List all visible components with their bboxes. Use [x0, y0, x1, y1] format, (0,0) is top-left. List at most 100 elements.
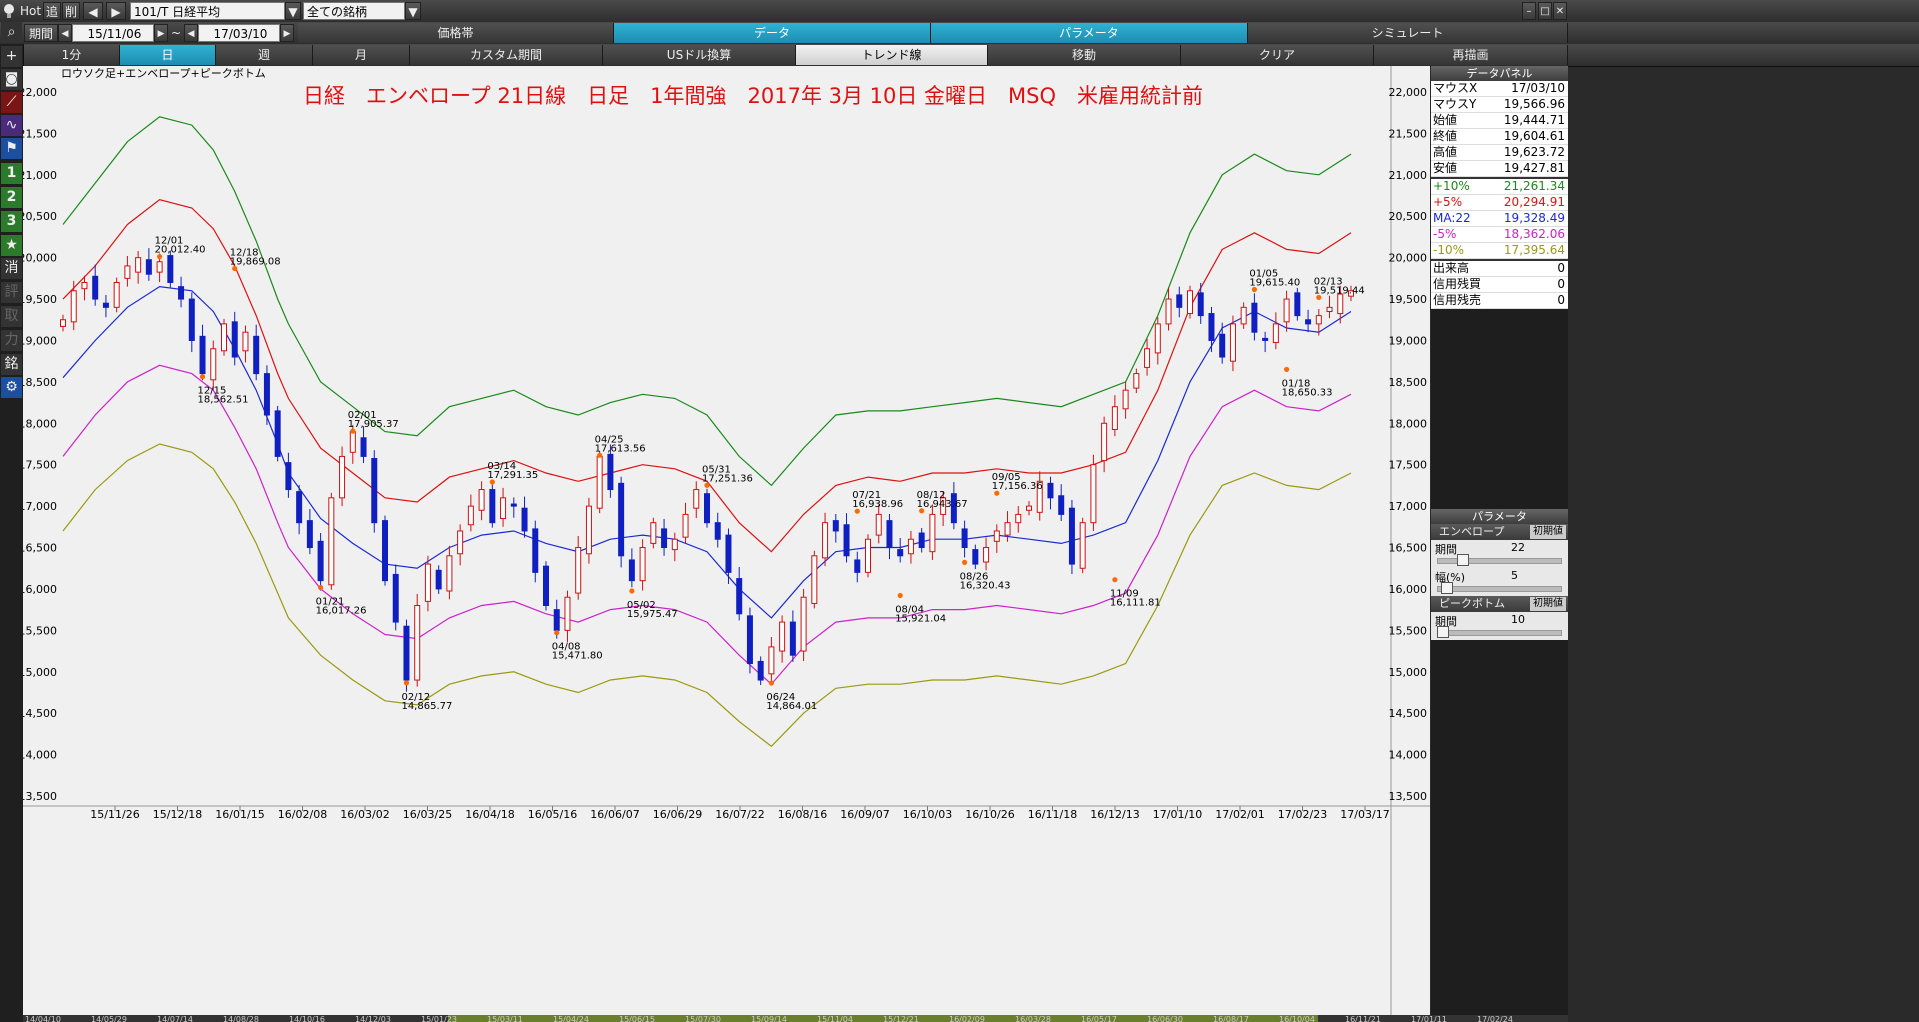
y-tick-label-right: 21,000: [1389, 169, 1428, 182]
filter-dropdown-button[interactable]: ▼: [405, 2, 421, 20]
candle-body: [467, 505, 474, 526]
crosshair-icon: +: [5, 48, 18, 64]
period-from-next[interactable]: ▶: [154, 24, 168, 42]
x-tick-label: 16/09/07: [840, 808, 889, 821]
trade-button[interactable]: 取: [1, 306, 22, 327]
period-from-input[interactable]: 15/11/06: [72, 24, 154, 42]
tab-usd-convert[interactable]: USドル換算: [603, 45, 796, 65]
peak-reset-button[interactable]: 初期値: [1530, 597, 1566, 611]
candle-body: [1122, 389, 1129, 410]
peak-period-slider[interactable]: 期間 10: [1431, 612, 1568, 640]
stock-button[interactable]: 銘: [1, 354, 22, 375]
eval-button[interactable]: 評: [1, 282, 22, 303]
candle-body: [564, 596, 571, 631]
layout-2-button[interactable]: 2: [1, 187, 22, 208]
y-tick-label-left: 20,000: [23, 252, 57, 265]
peak-price-label: 19,615.40: [1249, 278, 1300, 289]
flag-tool[interactable]: ⚑: [1, 138, 22, 159]
settings-button[interactable]: ⚙: [1, 377, 22, 398]
period-to-next[interactable]: ▶: [280, 24, 294, 42]
symbol-input[interactable]: 101/T 日経平均: [130, 2, 285, 20]
y-tick-label-right: 22,000: [1389, 86, 1428, 99]
triangle-right-icon: ▶: [157, 29, 165, 39]
candle-body: [1305, 319, 1312, 325]
candle-body: [124, 265, 131, 279]
close-button[interactable]: ✕: [1553, 2, 1567, 20]
tab-custom-period[interactable]: カスタム期間: [410, 45, 603, 65]
slider-thumb[interactable]: [1457, 554, 1469, 566]
period-from-prev[interactable]: ◀: [58, 24, 72, 42]
camera-tool[interactable]: ◙: [1, 69, 22, 90]
slider-track[interactable]: [1437, 586, 1562, 592]
y-tick-label-right: 14,500: [1389, 707, 1428, 720]
candle-body: [650, 522, 657, 544]
maximize-button[interactable]: □: [1538, 2, 1552, 20]
envelope-reset-button[interactable]: 初期値: [1530, 525, 1566, 539]
period-to-input[interactable]: 17/03/10: [198, 24, 280, 42]
redraw-button[interactable]: 再描画: [1374, 45, 1568, 65]
chart-tool[interactable]: ⟋: [1, 92, 22, 113]
candle-body: [875, 513, 882, 536]
hot-label[interactable]: Hot: [20, 2, 41, 20]
envelope-width-slider[interactable]: 幅(%) 5: [1431, 568, 1568, 596]
overview-date-label: 17/02/24: [1477, 1015, 1513, 1022]
favorite-button[interactable]: ★: [1, 235, 22, 256]
power-button[interactable]: 力: [1, 330, 22, 351]
indicator-tool[interactable]: ∿: [1, 115, 22, 136]
tab-data[interactable]: データ: [614, 23, 931, 43]
chart-area[interactable]: 22,000 22,000 21,500 21,500 21,000 21,000 20,5…: [23, 66, 1430, 1015]
overview-date-label: 15/11/04: [817, 1015, 853, 1022]
data-row-key: -10%: [1433, 243, 1465, 257]
prev-symbol-button[interactable]: ◀: [83, 2, 103, 20]
period-to-prev[interactable]: ◀: [184, 24, 198, 42]
candle-body: [897, 549, 904, 557]
layout-3-button[interactable]: 3: [1, 211, 22, 232]
slider-track[interactable]: [1437, 558, 1562, 564]
tab-trend-line[interactable]: トレンド線: [796, 45, 988, 65]
candle-body: [553, 609, 560, 631]
candle-body: [328, 497, 335, 586]
overview-scrollbar[interactable]: 14/04/10 14/05/29 14/07/14 14/08/28 14/10/16…: [23, 1015, 1568, 1022]
filter-select[interactable]: 全ての銘柄: [303, 2, 405, 20]
delete-button[interactable]: 削: [62, 2, 80, 20]
data-row-key: 始値: [1433, 113, 1458, 127]
tab-move[interactable]: 移動: [988, 45, 1181, 65]
candle-body: [779, 621, 786, 652]
tab-daily[interactable]: 日: [120, 45, 216, 65]
trend-icon: ∿: [5, 117, 18, 133]
tab-1min[interactable]: 1分: [24, 45, 120, 65]
candle-body: [371, 457, 378, 524]
candle-body: [1272, 323, 1279, 344]
price-chart[interactable]: 22,000 22,000 21,500 21,500 21,000 21,000 20,5…: [23, 66, 1430, 1015]
candle-body: [349, 431, 356, 453]
data-row-value: 17/03/10: [1511, 81, 1565, 95]
search-tool[interactable]: ⌕: [1, 22, 22, 43]
slider-thumb[interactable]: [1437, 626, 1449, 638]
lightbulb-icon[interactable]: [2, 2, 16, 20]
x-tick-label: 16/07/22: [715, 808, 764, 821]
slider-track[interactable]: [1437, 630, 1562, 636]
peak-price-label: 14,865.77: [401, 701, 452, 712]
peak-price-label: 15,975.47: [627, 609, 678, 620]
candle-body: [92, 275, 99, 300]
candle-body: [886, 520, 893, 549]
y-tick-label-left: 13,500: [23, 790, 57, 803]
y-tick-label-right: 17,000: [1389, 500, 1428, 513]
tab-parameter[interactable]: パラメータ: [931, 23, 1248, 43]
overview-date-label: 17/01/11: [1411, 1015, 1447, 1022]
erase-button[interactable]: 消: [1, 258, 22, 279]
envelope-period-slider[interactable]: 期間 22: [1431, 540, 1568, 568]
next-symbol-button[interactable]: ▶: [106, 2, 126, 20]
layout-1-button[interactable]: 1: [1, 163, 22, 184]
symbol-dropdown-button[interactable]: ▼: [285, 2, 301, 20]
slider-thumb[interactable]: [1441, 582, 1453, 594]
tab-price-band[interactable]: 価格帯: [298, 23, 614, 43]
tab-clear[interactable]: クリア: [1181, 45, 1374, 65]
tab-simulate[interactable]: シミュレート: [1248, 23, 1568, 43]
tab-weekly[interactable]: 週: [216, 45, 313, 65]
add-button[interactable]: 追: [43, 2, 61, 20]
tab-monthly[interactable]: 月: [313, 45, 410, 65]
candle-body: [1090, 464, 1097, 524]
crosshair-tool[interactable]: +: [1, 46, 22, 67]
minimize-button[interactable]: –: [1522, 2, 1536, 20]
